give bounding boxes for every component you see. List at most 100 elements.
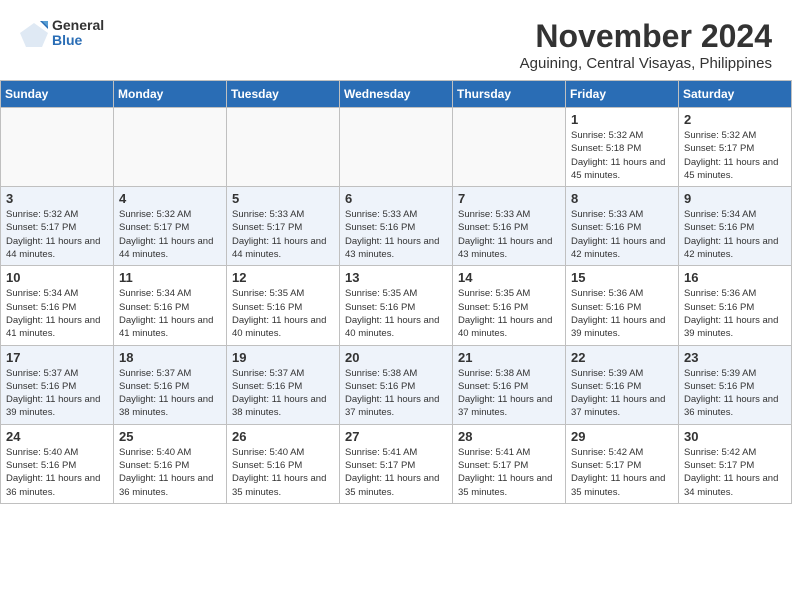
calendar-day-cell: 8Sunrise: 5:33 AM Sunset: 5:16 PM Daylig…: [566, 187, 679, 266]
calendar-day-cell: 12Sunrise: 5:35 AM Sunset: 5:16 PM Dayli…: [227, 266, 340, 345]
calendar-week-row: 1 Sunrise: 5:32 AM Sunset: 5:18 PM Daylig…: [1, 108, 792, 187]
calendar-day-cell: [227, 108, 340, 187]
calendar-day-cell: 27 Sunrise: 5:41 AM Sunset: 5:17 PM Dayli…: [340, 424, 453, 503]
calendar-day-cell: 15 Sunrise: 5:36 AM Sunset: 5:16 PM Dayli…: [566, 266, 679, 345]
logo: General Blue: [20, 18, 104, 49]
day-info: Sunrise: 5:34 AM Sunset: 5:16 PM Dayligh…: [684, 208, 786, 261]
day-info: Sunrise: 5:42 AM Sunset: 5:17 PM Dayligh…: [571, 446, 673, 499]
day-info: Sunrise: 5:37 AM Sunset: 5:16 PM Dayligh…: [6, 367, 108, 420]
day-number: 3: [6, 191, 108, 206]
day-number: 22: [571, 350, 673, 365]
day-number: 30: [684, 429, 786, 444]
day-info: Sunrise: 5:39 AM Sunset: 5:16 PM Dayligh…: [684, 367, 786, 420]
calendar-day-cell: 25 Sunrise: 5:40 AM Sunset: 5:16 PM Dayli…: [114, 424, 227, 503]
calendar-day-cell: [340, 108, 453, 187]
day-number: 27: [345, 429, 447, 444]
day-number: 26: [232, 429, 334, 444]
location: Aguining, Central Visayas, Philippines: [520, 55, 772, 72]
calendar-day-cell: 19Sunrise: 5:37 AM Sunset: 5:16 PM Dayli…: [227, 345, 340, 424]
calendar-day-cell: [1, 108, 114, 187]
day-number: 21: [458, 350, 560, 365]
calendar-header-row: SundayMondayTuesdayWednesdayThursdayFrid…: [1, 81, 792, 108]
day-number: 10: [6, 270, 108, 285]
day-info: Sunrise: 5:38 AM Sunset: 5:16 PM Dayligh…: [345, 367, 447, 420]
day-info: Sunrise: 5:34 AM Sunset: 5:16 PM Dayligh…: [6, 287, 108, 340]
day-number: 18: [119, 350, 221, 365]
day-info: Sunrise: 5:40 AM Sunset: 5:16 PM Dayligh…: [119, 446, 221, 499]
day-info: Sunrise: 5:32 AM Sunset: 5:18 PM Dayligh…: [571, 129, 673, 182]
day-info: Sunrise: 5:38 AM Sunset: 5:16 PM Dayligh…: [458, 367, 560, 420]
calendar-day-cell: 30 Sunrise: 5:42 AM Sunset: 5:17 PM Dayli…: [679, 424, 792, 503]
day-number: 13: [345, 270, 447, 285]
weekday-header: Friday: [566, 81, 679, 108]
month-title: November 2024: [520, 18, 772, 55]
day-number: 6: [345, 191, 447, 206]
calendar-table: SundayMondayTuesdayWednesdayThursdayFrid…: [0, 80, 792, 504]
day-number: 19: [232, 350, 334, 365]
calendar-day-cell: 23 Sunrise: 5:39 AM Sunset: 5:16 PM Dayli…: [679, 345, 792, 424]
weekday-header: Thursday: [453, 81, 566, 108]
calendar-day-cell: 18 Sunrise: 5:37 AM Sunset: 5:16 PM Dayli…: [114, 345, 227, 424]
day-number: 7: [458, 191, 560, 206]
calendar-day-cell: 26Sunrise: 5:40 AM Sunset: 5:16 PM Dayli…: [227, 424, 340, 503]
calendar-day-cell: 24 Sunrise: 5:40 AM Sunset: 5:16 PM Dayli…: [1, 424, 114, 503]
weekday-header: Wednesday: [340, 81, 453, 108]
logo-icon: [20, 19, 48, 47]
day-number: 5: [232, 191, 334, 206]
logo-blue: Blue: [52, 33, 104, 48]
calendar-day-cell: 2Sunrise: 5:32 AM Sunset: 5:17 PM Daylig…: [679, 108, 792, 187]
day-info: Sunrise: 5:33 AM Sunset: 5:17 PM Dayligh…: [232, 208, 334, 261]
day-info: Sunrise: 5:36 AM Sunset: 5:16 PM Dayligh…: [571, 287, 673, 340]
calendar-day-cell: [114, 108, 227, 187]
calendar-week-row: 17 Sunrise: 5:37 AM Sunset: 5:16 PM Dayli…: [1, 345, 792, 424]
day-number: 17: [6, 350, 108, 365]
weekday-header: Monday: [114, 81, 227, 108]
calendar-day-cell: 10 Sunrise: 5:34 AM Sunset: 5:16 PM Dayli…: [1, 266, 114, 345]
day-info: Sunrise: 5:36 AM Sunset: 5:16 PM Dayligh…: [684, 287, 786, 340]
calendar-day-cell: 14Sunrise: 5:35 AM Sunset: 5:16 PM Dayli…: [453, 266, 566, 345]
calendar-day-cell: 4 Sunrise: 5:32 AM Sunset: 5:17 PM Daylig…: [114, 187, 227, 266]
weekday-header: Tuesday: [227, 81, 340, 108]
day-number: 28: [458, 429, 560, 444]
calendar-day-cell: 6 Sunrise: 5:33 AM Sunset: 5:16 PM Daylig…: [340, 187, 453, 266]
calendar-day-cell: 16Sunrise: 5:36 AM Sunset: 5:16 PM Dayli…: [679, 266, 792, 345]
day-number: 4: [119, 191, 221, 206]
calendar-day-cell: 5 Sunrise: 5:33 AM Sunset: 5:17 PM Daylig…: [227, 187, 340, 266]
weekday-header: Sunday: [1, 81, 114, 108]
page-header: General Blue November 2024 Aguining, Cen…: [0, 0, 792, 80]
calendar-day-cell: 13 Sunrise: 5:35 AM Sunset: 5:16 PM Dayli…: [340, 266, 453, 345]
day-number: 1: [571, 112, 673, 127]
day-number: 29: [571, 429, 673, 444]
day-info: Sunrise: 5:32 AM Sunset: 5:17 PM Dayligh…: [119, 208, 221, 261]
day-number: 8: [571, 191, 673, 206]
day-info: Sunrise: 5:33 AM Sunset: 5:16 PM Dayligh…: [345, 208, 447, 261]
day-info: Sunrise: 5:39 AM Sunset: 5:16 PM Dayligh…: [571, 367, 673, 420]
day-info: Sunrise: 5:33 AM Sunset: 5:16 PM Dayligh…: [458, 208, 560, 261]
calendar-day-cell: 22 Sunrise: 5:39 AM Sunset: 5:16 PM Dayli…: [566, 345, 679, 424]
title-area: November 2024 Aguining, Central Visayas,…: [520, 18, 772, 72]
day-info: Sunrise: 5:34 AM Sunset: 5:16 PM Dayligh…: [119, 287, 221, 340]
day-info: Sunrise: 5:42 AM Sunset: 5:17 PM Dayligh…: [684, 446, 786, 499]
logo-text: General Blue: [52, 18, 104, 49]
day-number: 25: [119, 429, 221, 444]
day-number: 20: [345, 350, 447, 365]
day-number: 12: [232, 270, 334, 285]
day-info: Sunrise: 5:32 AM Sunset: 5:17 PM Dayligh…: [6, 208, 108, 261]
logo-general: General: [52, 18, 104, 33]
calendar-day-cell: 7 Sunrise: 5:33 AM Sunset: 5:16 PM Daylig…: [453, 187, 566, 266]
day-info: Sunrise: 5:35 AM Sunset: 5:16 PM Dayligh…: [345, 287, 447, 340]
day-number: 14: [458, 270, 560, 285]
day-info: Sunrise: 5:40 AM Sunset: 5:16 PM Dayligh…: [6, 446, 108, 499]
day-number: 15: [571, 270, 673, 285]
calendar-day-cell: 28Sunrise: 5:41 AM Sunset: 5:17 PM Dayli…: [453, 424, 566, 503]
calendar-day-cell: 3 Sunrise: 5:32 AM Sunset: 5:17 PM Daylig…: [1, 187, 114, 266]
day-number: 24: [6, 429, 108, 444]
calendar-day-cell: 29 Sunrise: 5:42 AM Sunset: 5:17 PM Dayli…: [566, 424, 679, 503]
day-number: 23: [684, 350, 786, 365]
day-info: Sunrise: 5:37 AM Sunset: 5:16 PM Dayligh…: [119, 367, 221, 420]
day-info: Sunrise: 5:41 AM Sunset: 5:17 PM Dayligh…: [345, 446, 447, 499]
calendar-day-cell: [453, 108, 566, 187]
calendar-day-cell: 1 Sunrise: 5:32 AM Sunset: 5:18 PM Daylig…: [566, 108, 679, 187]
calendar-day-cell: 20 Sunrise: 5:38 AM Sunset: 5:16 PM Dayli…: [340, 345, 453, 424]
calendar-week-row: 24 Sunrise: 5:40 AM Sunset: 5:16 PM Dayli…: [1, 424, 792, 503]
